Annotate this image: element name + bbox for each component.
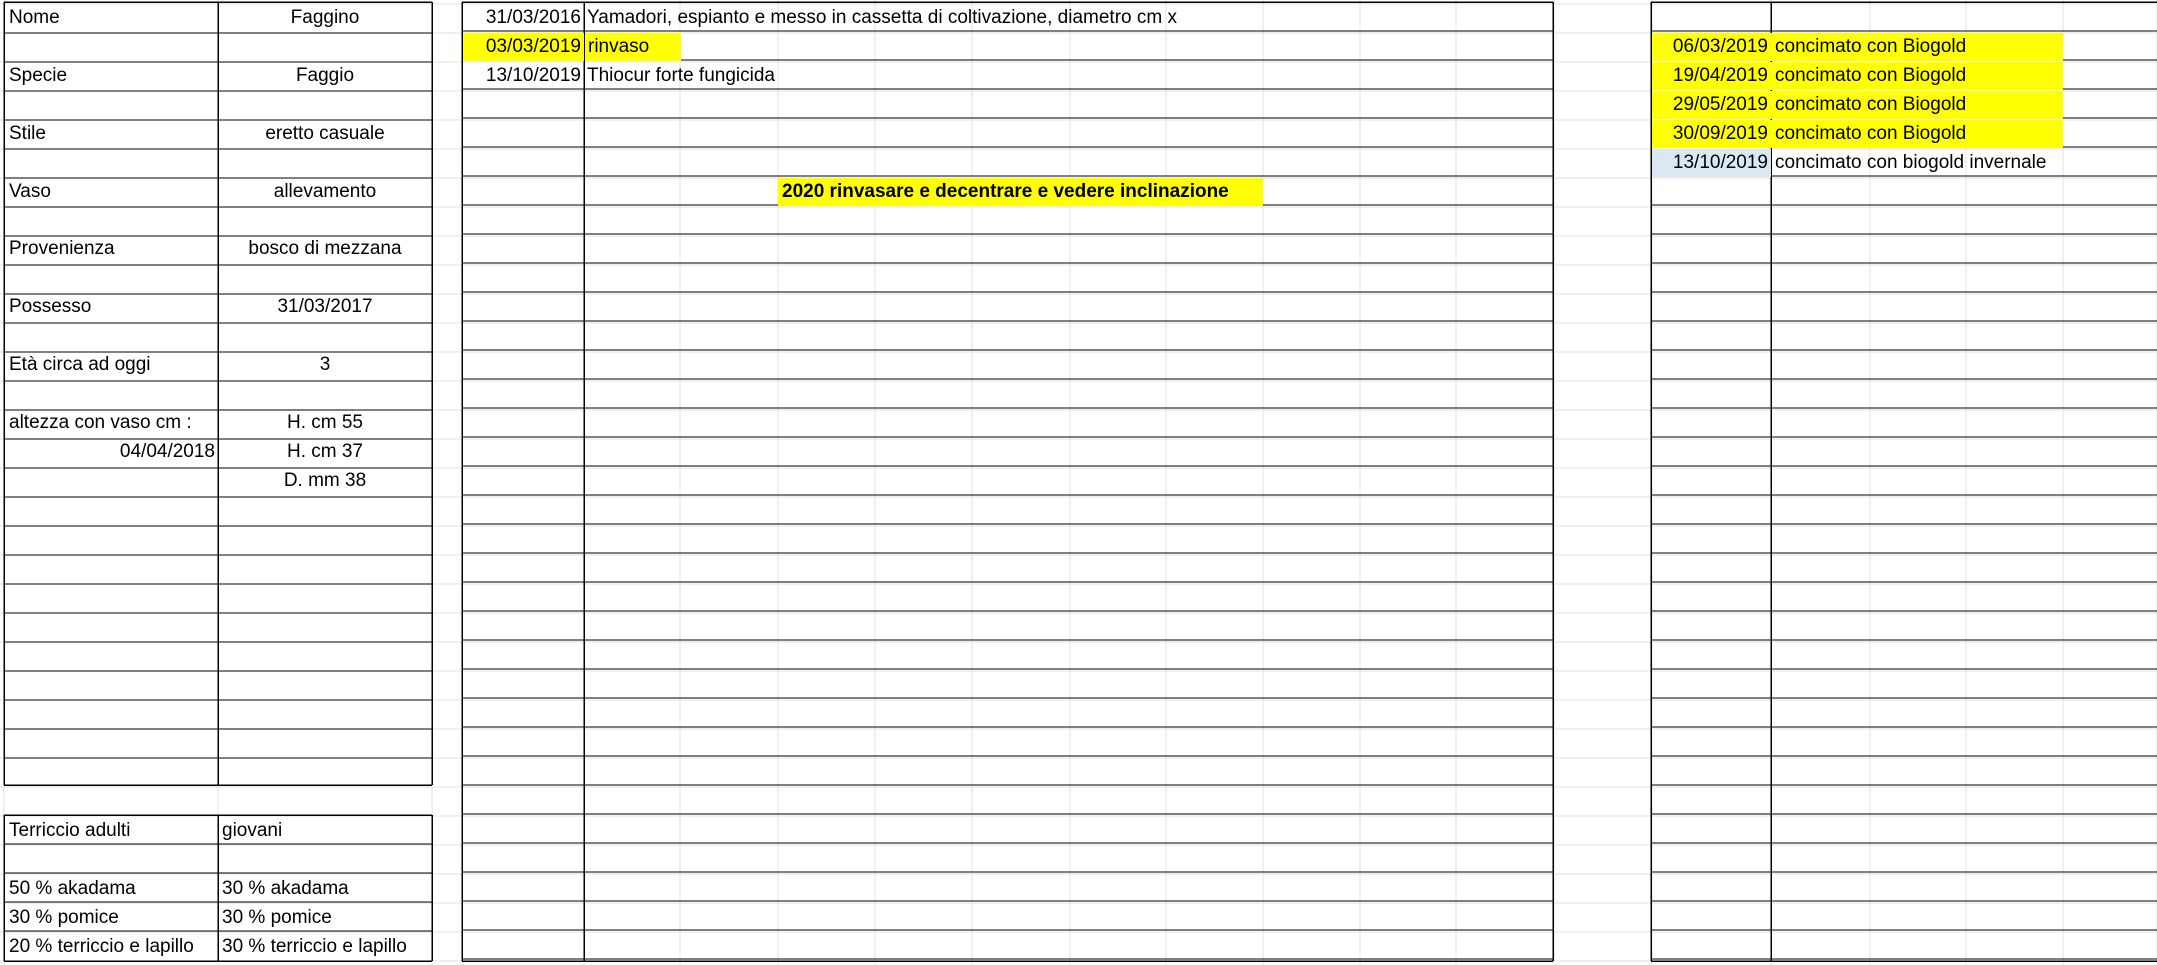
soil-young-akadama[interactable]: 30 % akadama bbox=[218, 875, 432, 903]
soil-adult-akadama[interactable]: 50 % akadama bbox=[4, 875, 218, 903]
info-height[interactable]: H. cm 37 bbox=[218, 438, 432, 466]
log-date[interactable]: 31/03/2016 bbox=[462, 4, 584, 32]
log-date[interactable]: 13/10/2019 bbox=[462, 62, 584, 90]
log-text[interactable]: rinvaso bbox=[585, 33, 681, 61]
soil-adult-pomice[interactable]: 30 % pomice bbox=[4, 904, 218, 932]
soil-header-adult[interactable]: Terriccio adulti bbox=[4, 817, 218, 845]
info-diameter[interactable]: D. mm 38 bbox=[218, 467, 432, 495]
info-value-altezza[interactable]: H. cm 55 bbox=[218, 409, 432, 437]
info-label-provenienza[interactable]: Provenienza bbox=[4, 235, 218, 263]
fertilizer-date[interactable]: 29/05/2019 bbox=[1652, 91, 1771, 119]
info-measure-date[interactable]: 04/04/2018 bbox=[4, 438, 218, 466]
fertilizer-text[interactable]: concimato con biogold invernale bbox=[1771, 149, 2131, 177]
info-label-stile[interactable]: Stile bbox=[4, 120, 218, 148]
info-label-eta[interactable]: Età circa ad oggi bbox=[4, 351, 218, 379]
fertilizer-date[interactable]: 13/10/2019 bbox=[1652, 149, 1771, 177]
info-label-nome[interactable]: Nome bbox=[4, 4, 218, 32]
info-label-vaso[interactable]: Vaso bbox=[4, 178, 218, 206]
info-label-altezza[interactable]: altezza con vaso cm : bbox=[4, 409, 218, 437]
info-label-possesso[interactable]: Possesso bbox=[4, 293, 218, 321]
fertilizer-text[interactable]: concimato con Biogold bbox=[1771, 91, 2063, 119]
fertilizer-text[interactable]: concimato con Biogold bbox=[1771, 120, 2063, 148]
fertilizer-date[interactable]: 19/04/2019 bbox=[1652, 62, 1771, 90]
info-value-vaso[interactable]: allevamento bbox=[218, 178, 432, 206]
info-value-specie[interactable]: Faggio bbox=[218, 62, 432, 90]
soil-young-pomice[interactable]: 30 % pomice bbox=[218, 904, 432, 932]
info-value-stile[interactable]: eretto casuale bbox=[218, 120, 432, 148]
fertilizer-text[interactable]: concimato con Biogold bbox=[1771, 62, 2063, 90]
info-value-eta[interactable]: 3 bbox=[218, 351, 432, 379]
soil-adult-terriccio[interactable]: 20 % terriccio e lapillo bbox=[4, 933, 218, 961]
info-label-specie[interactable]: Specie bbox=[4, 62, 218, 90]
log-text[interactable]: Thiocur forte fungicida bbox=[584, 62, 1184, 90]
soil-header-young[interactable]: giovani bbox=[218, 817, 432, 845]
log-text[interactable]: Yamadori, espianto e messo in cassetta d… bbox=[584, 4, 1184, 32]
info-value-possesso[interactable]: 31/03/2017 bbox=[218, 293, 432, 321]
fertilizer-date[interactable]: 06/03/2019 bbox=[1652, 33, 1771, 61]
fertilizer-date[interactable]: 30/09/2019 bbox=[1652, 120, 1771, 148]
info-value-nome[interactable]: Faggino bbox=[218, 4, 432, 32]
soil-young-terriccio[interactable]: 30 % terriccio e lapillo bbox=[218, 933, 432, 961]
fertilizer-text[interactable]: concimato con Biogold bbox=[1771, 33, 2063, 61]
log-date[interactable]: 03/03/2019 bbox=[463, 33, 584, 61]
log-note[interactable]: 2020 rinvasare e decentrare e vedere inc… bbox=[778, 178, 1263, 206]
info-value-provenienza[interactable]: bosco di mezzana bbox=[218, 235, 432, 263]
